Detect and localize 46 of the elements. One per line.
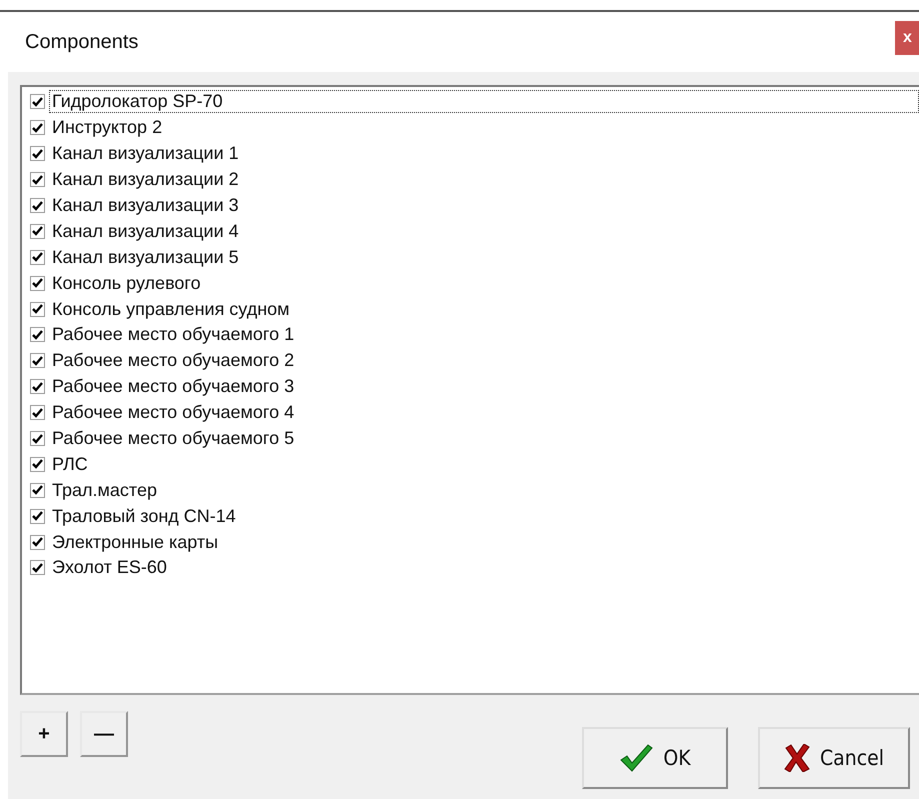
- close-button[interactable]: x: [895, 21, 919, 55]
- checkbox[interactable]: [30, 534, 45, 550]
- list-item[interactable]: Траловый зонд CN-14: [49, 504, 919, 528]
- checkmark-icon: [619, 743, 654, 773]
- checkbox[interactable]: [30, 198, 45, 213]
- list-item[interactable]: Гидролокатор SP-70: [49, 90, 919, 114]
- checkbox[interactable]: [30, 508, 45, 524]
- checkbox[interactable]: [30, 120, 45, 136]
- list-item[interactable]: Инструктор 2: [49, 116, 919, 140]
- checkbox[interactable]: [30, 94, 45, 110]
- window-title: Components: [25, 30, 138, 54]
- checkbox[interactable]: [30, 379, 45, 394]
- cancel-button[interactable]: Cancel: [758, 727, 910, 789]
- list-item[interactable]: Эхолот ES-60: [49, 556, 919, 580]
- checkbox[interactable]: [30, 327, 45, 342]
- list-item[interactable]: Канал визуализации 4: [49, 220, 919, 243]
- list-item[interactable]: РЛС: [49, 452, 919, 476]
- checkbox[interactable]: [30, 302, 45, 317]
- list-item[interactable]: Канал визуализации 1: [49, 142, 919, 166]
- checkbox[interactable]: [30, 172, 45, 188]
- list-item[interactable]: Канал визуализации 3: [49, 194, 919, 217]
- list-item[interactable]: Трал.мастер: [49, 478, 919, 502]
- list-item[interactable]: Рабочее место обучаемого 1: [49, 323, 919, 346]
- list-item[interactable]: Рабочее место обучаемого 3: [49, 375, 919, 398]
- checkbox[interactable]: [30, 560, 45, 576]
- list-item[interactable]: Канал визуализации 5: [49, 246, 919, 269]
- list-item[interactable]: Консоль управления судном: [49, 298, 919, 321]
- checkbox[interactable]: [30, 250, 45, 265]
- checkbox[interactable]: [30, 224, 45, 239]
- remove-button[interactable]: —: [80, 711, 128, 757]
- list-item[interactable]: Рабочее место обучаемого 5: [49, 427, 919, 450]
- cross-icon: [784, 744, 810, 772]
- checkbox[interactable]: [30, 146, 45, 162]
- list-item[interactable]: Рабочее место обучаемого 2: [49, 349, 919, 372]
- add-button[interactable]: +: [20, 711, 68, 757]
- ok-button[interactable]: OK: [582, 727, 728, 789]
- list-item[interactable]: Рабочее место обучаемого 4: [49, 401, 919, 424]
- checkbox[interactable]: [30, 431, 45, 446]
- list-item[interactable]: Консоль рулевого: [49, 272, 919, 295]
- checkbox[interactable]: [30, 456, 45, 472]
- checkbox[interactable]: [30, 276, 45, 291]
- checkbox[interactable]: [30, 482, 45, 498]
- list-item[interactable]: Электронные карты: [49, 530, 919, 554]
- checkbox[interactable]: [30, 353, 45, 368]
- checkbox[interactable]: [30, 405, 45, 420]
- list-item[interactable]: Канал визуализации 2: [49, 168, 919, 192]
